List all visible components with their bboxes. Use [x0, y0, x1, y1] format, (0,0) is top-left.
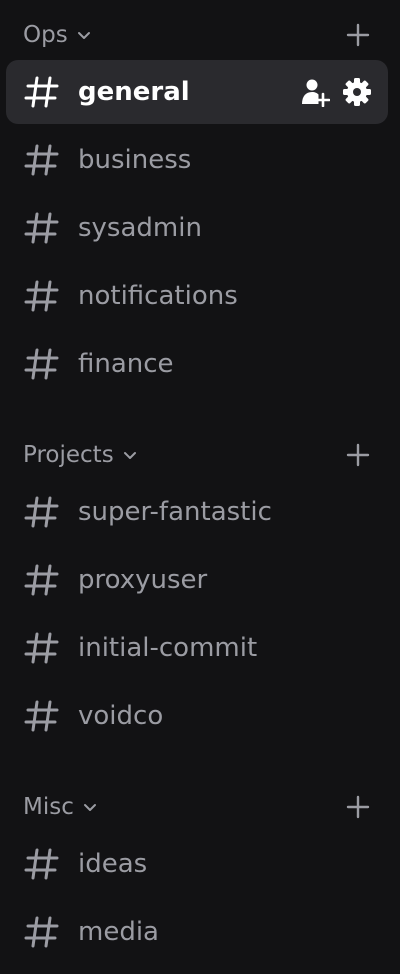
channel-ideas[interactable]: ideas	[6, 832, 388, 896]
category-label: Misc	[23, 794, 74, 820]
channel-general[interactable]: general	[6, 60, 388, 124]
channel-notifications[interactable]: notifications	[6, 264, 388, 328]
plus-icon[interactable]	[344, 21, 372, 49]
hash-icon	[24, 144, 59, 176]
channel-sysadmin[interactable]: sysadmin	[6, 196, 388, 260]
chevron-down-icon	[77, 32, 90, 39]
channel-actions	[300, 77, 372, 107]
channel-label: media	[78, 917, 159, 947]
hash-icon	[24, 76, 59, 108]
category-label: Ops	[23, 22, 68, 48]
channel-voidco[interactable]: voidco	[6, 684, 388, 748]
category-misc: Misc	[0, 787, 400, 827]
plus-icon[interactable]	[344, 793, 372, 821]
plus-icon[interactable]	[344, 441, 372, 469]
category-header-misc[interactable]: Misc	[23, 787, 98, 827]
hash-icon	[24, 632, 59, 664]
channel-label: ideas	[78, 849, 148, 879]
channel-label: general	[78, 77, 190, 107]
channel-proxyuser[interactable]: proxyuser	[6, 548, 388, 612]
hash-icon	[24, 916, 59, 948]
channel-label: notifications	[78, 281, 238, 311]
category-projects: Projects	[0, 435, 400, 475]
category-header-projects[interactable]: Projects	[23, 435, 138, 475]
channel-label: sysadmin	[78, 213, 202, 243]
channel-label: proxyuser	[78, 565, 208, 595]
channel-label: super-fantastic	[78, 497, 272, 527]
hash-icon	[24, 564, 59, 596]
add-member-icon[interactable]	[300, 77, 330, 107]
chevron-down-icon	[123, 452, 136, 459]
channel-super-fantastic[interactable]: super-fantastic	[6, 480, 388, 544]
channel-business[interactable]: business	[6, 128, 388, 192]
hash-icon	[24, 700, 59, 732]
channel-media[interactable]: media	[6, 900, 388, 964]
channel-finance[interactable]: finance	[6, 332, 388, 396]
category-label: Projects	[23, 442, 114, 468]
category-header-ops[interactable]: Ops	[23, 15, 92, 55]
category-ops: Ops	[0, 15, 400, 55]
hash-icon	[24, 848, 59, 880]
channel-label: voidco	[78, 701, 164, 731]
hash-icon	[24, 348, 59, 380]
channel-initial-commit[interactable]: initial-commit	[6, 616, 388, 680]
hash-icon	[24, 212, 59, 244]
hash-icon	[24, 280, 59, 312]
channel-sidebar: Ops general business sysadmin notificati…	[0, 0, 400, 974]
channel-label: initial-commit	[78, 633, 258, 663]
hash-icon	[24, 496, 59, 528]
channel-label: finance	[78, 349, 174, 379]
channel-label: business	[78, 145, 192, 175]
gear-icon[interactable]	[342, 77, 372, 107]
chevron-down-icon	[83, 804, 96, 811]
